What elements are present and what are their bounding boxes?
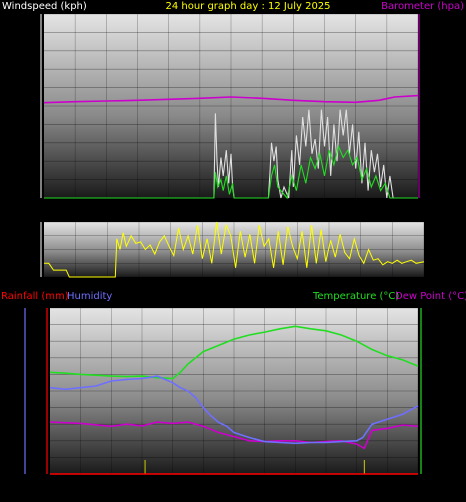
rainfall-axis-label: Rainfall (mm) <box>1 291 69 302</box>
dewpoint-axis-label: Dew Point (°C) <box>395 291 466 302</box>
humidity-axis-label: Humidity <box>67 291 112 302</box>
temperature-axis-label: Temperature (°C) <box>312 291 399 302</box>
windspeed-axis-label: Windspeed (kph) <box>2 1 87 12</box>
chart-title: 24 hour graph day : 12 July 2025 <box>165 1 330 12</box>
weather-graph-page: Windspeed (kph) 24 hour graph day : 12 J… <box>0 0 466 498</box>
weather-graphs: Windspeed (kph) 24 hour graph day : 12 J… <box>1 1 466 475</box>
barometer-axis-label: Barometer (hpa) <box>381 1 464 12</box>
